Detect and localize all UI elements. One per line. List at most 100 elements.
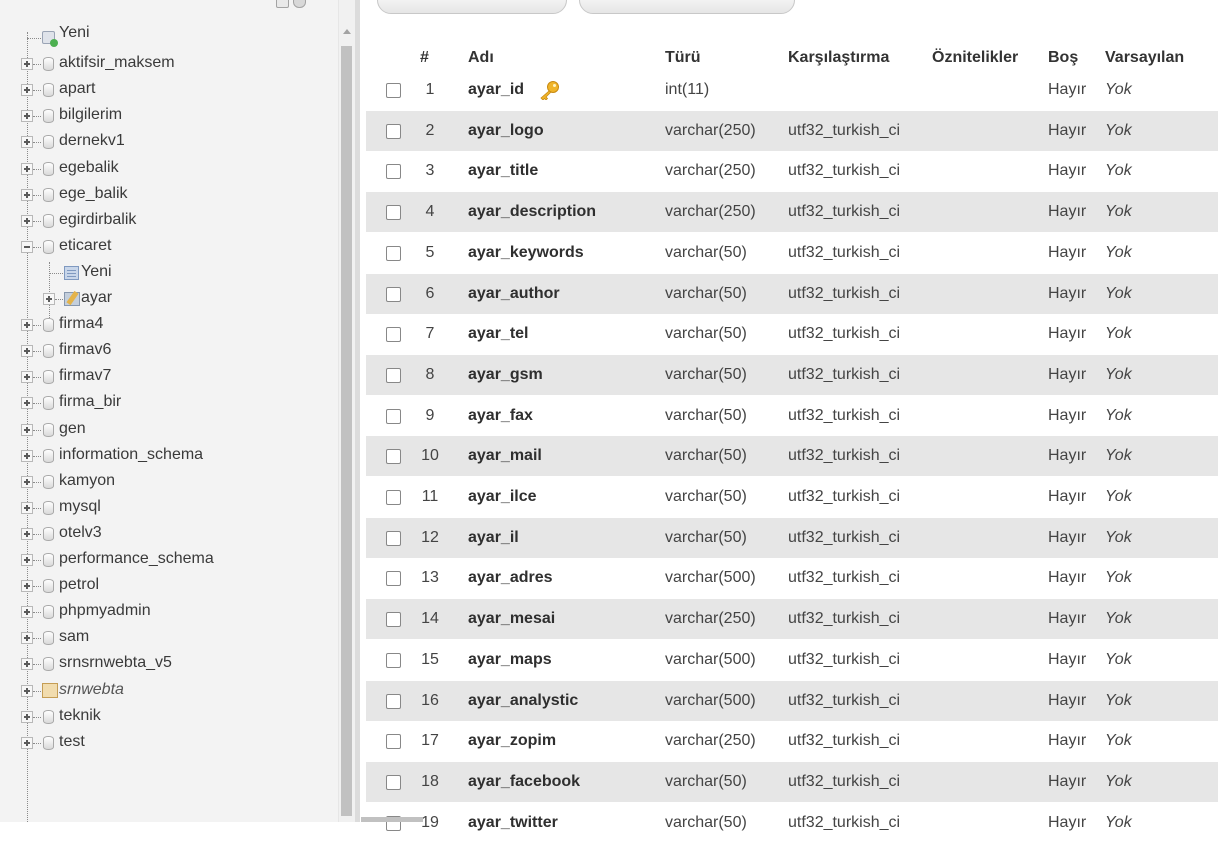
collapse-all-icon[interactable] bbox=[276, 0, 289, 8]
tree-item-label[interactable]: phpmyadmin bbox=[59, 602, 151, 620]
link-with-main-icon[interactable] bbox=[293, 0, 306, 8]
expand-plus-icon[interactable] bbox=[21, 527, 33, 540]
tree-item-label[interactable]: srnwebta bbox=[59, 681, 124, 699]
expand-plus-icon[interactable] bbox=[21, 371, 33, 384]
tree-item-label[interactable]: teknik bbox=[59, 707, 101, 725]
col-header-collation[interactable]: Karşılaştırma bbox=[788, 49, 889, 67]
scroll-up-arrow-icon[interactable] bbox=[343, 29, 351, 34]
expand-plus-icon[interactable] bbox=[21, 606, 33, 619]
tree-item[interactable]: ayar bbox=[0, 286, 330, 312]
row-checkbox[interactable] bbox=[386, 164, 401, 180]
row-checkbox[interactable] bbox=[386, 734, 401, 750]
expand-plus-icon[interactable] bbox=[21, 475, 33, 488]
tree-item[interactable]: eticaret bbox=[0, 234, 330, 260]
row-checkbox[interactable] bbox=[386, 286, 401, 302]
tree-item-label[interactable]: egebalik bbox=[59, 159, 119, 177]
tree-item[interactable]: firmav6 bbox=[0, 338, 330, 364]
tree-item[interactable]: sam bbox=[0, 625, 330, 651]
expand-plus-icon[interactable] bbox=[21, 110, 33, 123]
row-checkbox[interactable] bbox=[386, 652, 401, 668]
tree-item[interactable]: otelv3 bbox=[0, 521, 330, 547]
tree-item-label[interactable]: firmav7 bbox=[59, 367, 111, 385]
row-checkbox[interactable] bbox=[386, 571, 401, 587]
expand-plus-icon[interactable] bbox=[21, 423, 33, 436]
tree-item-label[interactable]: apart bbox=[59, 80, 95, 98]
expand-plus-icon[interactable] bbox=[21, 632, 33, 645]
tree-item[interactable]: performance_schema bbox=[0, 547, 330, 573]
tree-item[interactable]: firma4 bbox=[0, 312, 330, 338]
row-checkbox[interactable] bbox=[386, 612, 401, 628]
tree-item[interactable]: srnsrnwebta_v5 bbox=[0, 651, 330, 677]
col-header-attributes[interactable]: Öznitelikler bbox=[932, 49, 1018, 67]
tree-item-label[interactable]: petrol bbox=[59, 576, 99, 594]
row-checkbox[interactable] bbox=[386, 367, 401, 383]
expand-plus-icon[interactable] bbox=[21, 188, 33, 201]
tree-item[interactable]: petrol bbox=[0, 573, 330, 599]
tree-item[interactable]: test bbox=[0, 730, 330, 756]
tree-item[interactable]: dernekv1 bbox=[0, 129, 330, 155]
top-action-button-2[interactable] bbox=[579, 0, 795, 14]
row-checkbox[interactable] bbox=[386, 123, 401, 139]
col-header-type[interactable]: Türü bbox=[665, 49, 701, 67]
nav-scrollbar-thumb[interactable] bbox=[341, 46, 352, 816]
expand-plus-icon[interactable] bbox=[43, 293, 55, 305]
tree-item-label[interactable]: sam bbox=[59, 628, 89, 646]
top-action-button-1[interactable] bbox=[377, 0, 567, 14]
expand-plus-icon[interactable] bbox=[21, 162, 33, 175]
expand-plus-icon[interactable] bbox=[21, 136, 33, 149]
tree-item-label[interactable]: otelv3 bbox=[59, 524, 102, 542]
tree-item-label[interactable]: Yeni bbox=[81, 263, 112, 281]
tree-item-label[interactable]: test bbox=[59, 733, 85, 751]
tree-item[interactable]: firma_bir bbox=[0, 390, 330, 416]
tree-item-label[interactable]: kamyon bbox=[59, 472, 115, 490]
tree-item-label[interactable]: performance_schema bbox=[59, 550, 214, 568]
expand-plus-icon[interactable] bbox=[21, 501, 33, 514]
expand-plus-icon[interactable] bbox=[21, 58, 33, 71]
tree-item[interactable]: egirdirbalik bbox=[0, 208, 330, 234]
tree-item-label[interactable]: dernekv1 bbox=[59, 132, 125, 150]
tree-item[interactable]: gen bbox=[0, 417, 330, 443]
col-header-name[interactable]: Adı bbox=[468, 49, 494, 67]
tree-item[interactable]: ege_balik bbox=[0, 182, 330, 208]
collapse-minus-icon[interactable] bbox=[21, 240, 33, 253]
tree-item[interactable]: phpmyadmin bbox=[0, 599, 330, 625]
tree-item-label[interactable]: ege_balik bbox=[59, 185, 128, 203]
tree-item-label[interactable]: egirdirbalik bbox=[59, 211, 136, 229]
tree-item[interactable]: firmav7 bbox=[0, 364, 330, 390]
expand-plus-icon[interactable] bbox=[21, 449, 33, 462]
row-checkbox[interactable] bbox=[386, 245, 401, 261]
tree-item[interactable]: information_schema bbox=[0, 443, 330, 469]
expand-plus-icon[interactable] bbox=[21, 684, 33, 697]
tree-item-label[interactable]: ayar bbox=[81, 289, 112, 307]
tree-item-label[interactable]: Yeni bbox=[59, 24, 90, 42]
tree-item[interactable]: srnwebta bbox=[0, 678, 330, 704]
tree-item-label[interactable]: srnsrnwebta_v5 bbox=[59, 654, 172, 672]
row-checkbox[interactable] bbox=[386, 205, 401, 221]
tree-item[interactable]: mysql bbox=[0, 495, 330, 521]
row-checkbox[interactable] bbox=[386, 693, 401, 709]
tree-item[interactable]: Yeni bbox=[0, 260, 330, 286]
tree-item[interactable]: teknik bbox=[0, 704, 330, 730]
expand-plus-icon[interactable] bbox=[21, 554, 33, 566]
tree-item-label[interactable]: mysql bbox=[59, 498, 101, 516]
row-checkbox[interactable] bbox=[386, 774, 401, 790]
tree-item-label[interactable]: bilgilerim bbox=[59, 106, 122, 124]
expand-plus-icon[interactable] bbox=[21, 658, 33, 671]
tree-item[interactable]: egebalik bbox=[0, 156, 330, 182]
tree-item-label[interactable]: firma4 bbox=[59, 315, 103, 333]
tree-item-label[interactable]: gen bbox=[59, 420, 86, 438]
expand-plus-icon[interactable] bbox=[21, 397, 33, 410]
tree-item[interactable]: kamyon bbox=[0, 469, 330, 495]
col-header-default[interactable]: Varsayılan bbox=[1105, 49, 1184, 67]
expand-plus-icon[interactable] bbox=[21, 214, 33, 227]
nav-scrollbar[interactable] bbox=[338, 0, 355, 822]
tree-item[interactable]: Yeni bbox=[0, 24, 330, 51]
expand-plus-icon[interactable] bbox=[21, 84, 33, 97]
tree-item[interactable]: apart bbox=[0, 77, 330, 103]
expand-plus-icon[interactable] bbox=[21, 345, 33, 358]
row-checkbox[interactable] bbox=[386, 530, 401, 546]
tree-item-label[interactable]: information_schema bbox=[59, 446, 203, 464]
col-header-null[interactable]: Boş bbox=[1048, 49, 1078, 67]
expand-plus-icon[interactable] bbox=[21, 710, 33, 723]
expand-plus-icon[interactable] bbox=[21, 736, 33, 749]
